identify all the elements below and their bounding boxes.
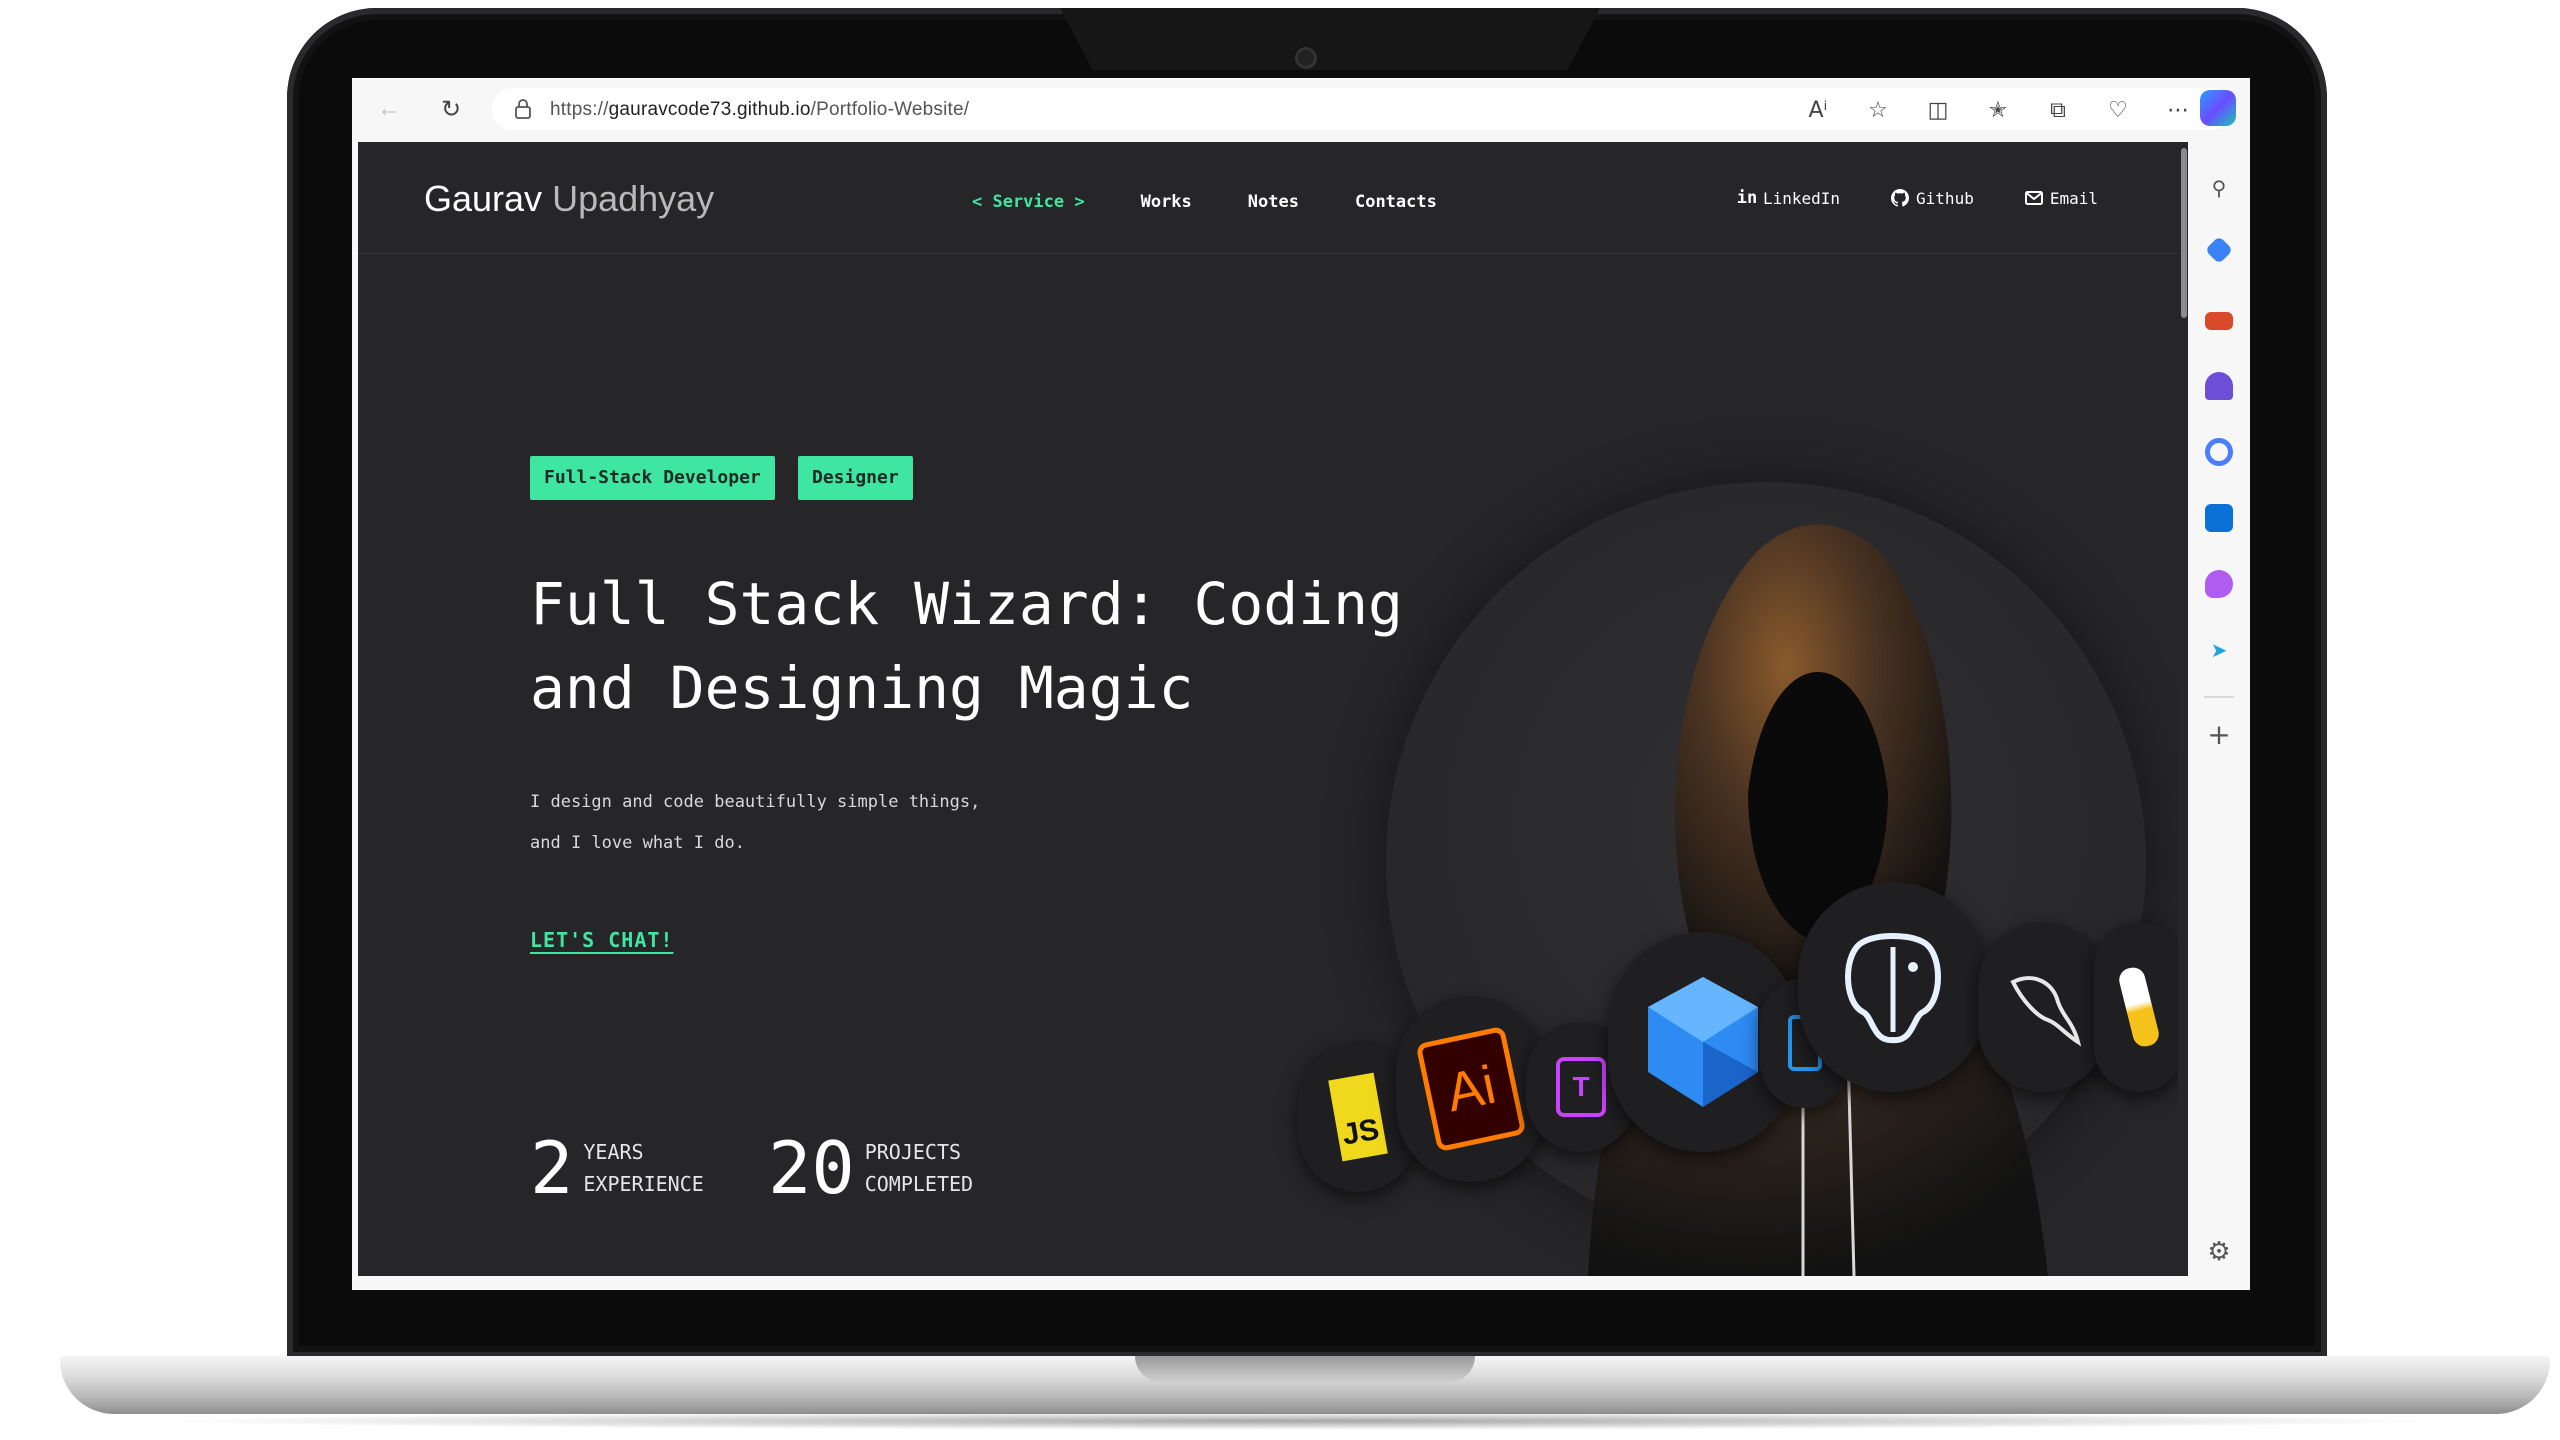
javascript-badge: JS	[1328, 1072, 1388, 1162]
send-icon[interactable]: ➤	[2205, 636, 2233, 664]
email-label: Email	[2049, 188, 2098, 208]
copilot-icon[interactable]	[2200, 90, 2236, 126]
scrollbar-thumb[interactable]	[2181, 148, 2187, 318]
mysql-icon	[1978, 922, 2108, 1092]
stat-projects: 20 PROJECTS COMPLETED	[768, 1132, 1025, 1204]
linkedin-label: LinkedIn	[1762, 188, 1841, 208]
github-label: Github	[1916, 188, 1974, 208]
hero-headline-line2: and Designing Magic	[530, 654, 1194, 722]
postgresql-logo	[1845, 933, 1941, 1043]
hero-subtext-line2: and I love what I do.	[530, 833, 745, 853]
browser-essentials-icon[interactable]: ♡	[2102, 95, 2134, 125]
copilot-ring-icon[interactable]	[2205, 438, 2233, 466]
reload-icon[interactable]: ↻	[436, 94, 466, 124]
python-icon	[2094, 922, 2184, 1092]
illustrator-badge: Ai	[1415, 1025, 1527, 1153]
illustrator-icon: Ai	[1396, 996, 1546, 1182]
linkedin-icon: in	[1736, 188, 1758, 208]
more-icon[interactable]: ⋯	[2162, 95, 2194, 125]
stat-experience-number: 2	[530, 1126, 574, 1210]
email-link[interactable]: Email	[2024, 188, 2098, 208]
stat-projects-number: 20	[768, 1126, 855, 1210]
favorites-icon[interactable]: ✭	[1982, 95, 2014, 125]
hero-illustration: JS Ai T	[1298, 482, 2184, 1276]
search-icon[interactable]: ⚲	[2205, 174, 2233, 202]
hero-headline: Full Stack Wizard: Coding and Designing …	[530, 562, 1430, 730]
github-link[interactable]: Github	[1890, 188, 1974, 208]
stat-projects-label-line2: COMPLETED	[864, 1172, 974, 1196]
page-viewport: Gaurav Upadhyay < Service > Works Notes …	[358, 142, 2184, 1276]
tailwind-badge: T	[1556, 1057, 1606, 1117]
nav-service[interactable]: < Service >	[972, 192, 1085, 212]
email-icon	[2024, 188, 2044, 208]
stat-experience-label-line2: EXPERIENCE	[583, 1172, 704, 1196]
tools-icon[interactable]	[2205, 312, 2233, 330]
read-aloud-icon[interactable]: Aⁱ	[1802, 95, 1834, 125]
url-path: /Portfolio-Website/	[810, 99, 970, 120]
games-icon[interactable]	[2205, 372, 2233, 400]
linkedin-link[interactable]: in LinkedIn	[1737, 188, 1840, 208]
laptop-groove	[1135, 1356, 1475, 1382]
shopping-tag-icon[interactable]	[2204, 235, 2234, 265]
laptop-camera	[1298, 50, 1314, 66]
laptop-notch	[1060, 8, 1600, 70]
site-header: Gaurav Upadhyay < Service > Works Notes …	[358, 142, 2184, 254]
hooded-figure	[1588, 524, 2048, 1276]
laptop-shadow	[150, 1412, 2450, 1430]
settings-icon[interactable]: ⚙	[2205, 1237, 2233, 1267]
nav-contacts[interactable]: Contacts	[1355, 192, 1437, 212]
stat-experience-label-line1: YEARS	[583, 1140, 644, 1164]
stat-projects-label: PROJECTS COMPLETED	[865, 1136, 1025, 1200]
split-screen-icon[interactable]: ◫	[1922, 95, 1954, 125]
stat-projects-label-line1: PROJECTS	[864, 1140, 962, 1164]
outlook-icon[interactable]	[2205, 504, 2233, 532]
lets-chat-link[interactable]: LET'S CHAT!	[530, 928, 673, 952]
stat-experience: 2 YEARS EXPERIENCE	[530, 1132, 743, 1204]
hero-subtext: I design and code beautifully simple thi…	[530, 782, 1130, 864]
nav-notes[interactable]: Notes	[1248, 192, 1299, 212]
collections-icon[interactable]: ⧉	[2042, 95, 2074, 125]
favorite-star-icon[interactable]: ☆	[1862, 95, 1894, 125]
mysql-dolphin	[2010, 976, 2082, 1047]
postgresql-icon	[1798, 882, 1988, 1092]
url-text[interactable]: https://gauravcode73.github.io/Portfolio…	[550, 99, 969, 121]
lock-icon[interactable]	[514, 99, 532, 119]
back-arrow-icon[interactable]: ←	[374, 94, 404, 124]
stat-experience-label: YEARS EXPERIENCE	[583, 1136, 743, 1200]
sidebar-divider	[2204, 696, 2234, 698]
hero-subtext-line1: I design and code beautifully simple thi…	[530, 792, 981, 812]
tag-full-stack-developer: Full-Stack Developer	[530, 456, 775, 500]
dart-logo	[1648, 977, 1758, 1107]
hero-headline-line1: Full Stack Wizard: Coding	[530, 570, 1403, 638]
edge-sidebar: ⚲ ➤ + ⚙	[2188, 140, 2250, 1290]
brand-last-name: Upadhyay	[552, 178, 715, 219]
tag-designer: Designer	[798, 456, 913, 500]
nav-works[interactable]: Works	[1141, 192, 1192, 212]
python-badge	[2116, 965, 2162, 1049]
add-icon[interactable]: +	[2205, 718, 2233, 751]
main-nav: < Service > Works Notes Contacts	[972, 192, 1493, 212]
drop-icon[interactable]	[2205, 570, 2233, 598]
toolbar-icons: Aⁱ ☆ ◫ ✭ ⧉ ♡ ⋯	[1774, 95, 2194, 125]
github-icon	[1890, 188, 1910, 208]
social-nav: in LinkedIn Github Email	[1687, 188, 2098, 208]
browser-toolbar: ← ↻ https://gauravcode73.github.io/Portf…	[352, 78, 2250, 140]
brand-logo[interactable]: Gaurav Upadhyay	[424, 178, 714, 220]
url-scheme: https://	[550, 99, 609, 120]
url-host: gauravcode73.github.io	[608, 99, 811, 120]
brand-first-name: Gaurav	[424, 178, 543, 219]
browser-window: ← ↻ https://gauravcode73.github.io/Portf…	[352, 78, 2250, 1290]
